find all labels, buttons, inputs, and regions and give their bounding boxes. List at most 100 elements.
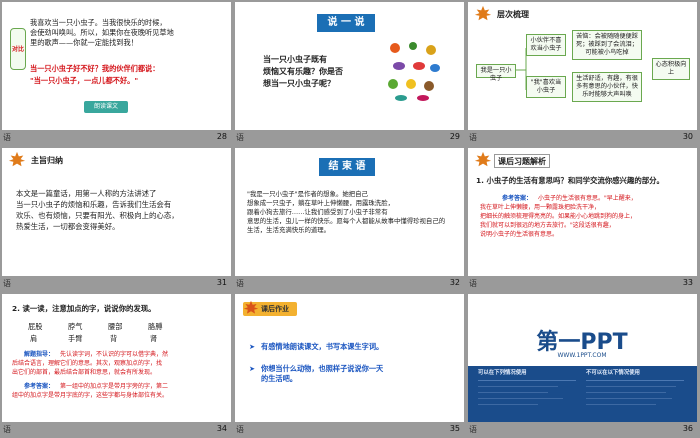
slide-33-ans-1: 小虫子的生活很有意思。"早上醒来， (538, 195, 637, 202)
footer-line-6 (586, 392, 666, 393)
slide-34-note-1: 先认读字词，不认识的字可以借字典，然 (60, 351, 169, 358)
caption-icon: 语 (3, 133, 11, 142)
slide-33-canvas: 课后习题解析 1. 小虫子的生活有意思吗？和同学交流你感兴趣的部分。 参考答案：… (468, 148, 697, 276)
guide-label: 解题指导： (24, 351, 55, 358)
slide-31-body-4: 热爱生活，一切都会变得美好。 (16, 222, 120, 231)
summary-node: 心态积极向上 (652, 58, 690, 80)
slide-31-caption: 语 31 (0, 276, 233, 292)
maple-leaf-icon (474, 151, 492, 169)
word-8: 肾 (150, 334, 158, 343)
slide-thumbnail-28[interactable]: 对比 我喜欢当一只小虫子。当我很快乐的时候， 会使劲叫唤叫。所以，如果你在夜晚听… (0, 0, 233, 146)
slide-32-body-3: 跟着小狗去旅行……让我们感受到了小虫子非常有 (247, 208, 388, 216)
caption-icon: 语 (236, 425, 244, 434)
slide-28-line-1: 我喜欢当一只小虫子。当我很快乐的时候， (30, 18, 167, 27)
caption-icon: 语 (236, 133, 244, 142)
homework-item-1: 有感情地朗读课文，书写本课生字词。 (261, 342, 384, 351)
slide-29-q-1: 当一只小虫子既有 (263, 55, 327, 64)
slide-thumbnail-32[interactable]: 结 束 语 "我是一只小虫子"是作者的想象。她把自己 想象成一只虫子，躺在草叶上… (233, 146, 466, 292)
maple-leaf-icon (243, 300, 259, 316)
footer-line-1 (478, 386, 558, 387)
caption-icon: 语 (3, 425, 11, 434)
slide-36-caption: 语 36 (466, 422, 699, 438)
slide-number-32: 32 (449, 278, 460, 287)
slide-32-canvas: 结 束 语 "我是一只小虫子"是作者的想象。她把自己 想象成一只虫子，躺在草叶上… (235, 148, 464, 276)
footer-line-7 (586, 398, 672, 399)
slide-number-29: 29 (449, 132, 460, 141)
slide-32-body-5: 生活，生活充满快乐的道理。 (247, 226, 331, 234)
slide-34-canvas: 2. 读一读，注意加点的字，说说你的发现。 屁股 脖气 腰部 胳膊 肩 手臂 背… (2, 294, 231, 422)
tree-connectors (516, 48, 527, 90)
bullet-2-icon: ➤ (249, 364, 256, 373)
caption-icon: 语 (469, 279, 477, 288)
slide-28-quote: "当一只小虫子，一点儿都不好。" (30, 76, 139, 85)
slide-33-ans-4: 我们就可以到很远的地方去旅行。"这段话很有趣， (480, 222, 615, 229)
slide-thumbnail-34[interactable]: 2. 读一读，注意加点的字，说说你的发现。 屁股 脖气 腰部 胳膊 肩 手臂 背… (0, 292, 233, 438)
slide-thumbnail-29[interactable]: 说 一 说 当一只小虫子既有 烦恼又有乐趣？你是否 想当一只小虫子呢？ 语 29 (233, 0, 466, 146)
slide-29-q-2: 烦恼又有乐趣？你是否 (263, 67, 343, 76)
slide-thumbnail-30[interactable]: 层次梳理 我是一只小虫子 小伙伴不喜欢当小虫子 苦恼：会被随随便便踩死；被踩到了… (466, 0, 699, 146)
slide-34-ans-1: 第一组中的加点字是带月字旁的字，第二 (60, 383, 169, 390)
slide-29-canvas: 说 一 说 当一只小虫子既有 烦恼又有乐趣？你是否 想当一只小虫子呢？ (235, 2, 464, 130)
slide-number-28: 28 (216, 132, 227, 141)
footer-line-3 (478, 398, 563, 399)
slide-31-canvas: 主旨归纳 本文是一篇童话，用第一人称的方法讲述了 当一只小虫子的烦恼和乐趣，告诉… (2, 148, 231, 276)
caption-icon: 语 (469, 425, 477, 434)
slide-thumbnail-31[interactable]: 主旨归纳 本文是一篇童话，用第一人称的方法讲述了 当一只小虫子的烦恼和乐趣，告诉… (0, 146, 233, 292)
slide-28-canvas: 对比 我喜欢当一只小虫子。当我很快乐的时候， 会使劲叫唤叫。所以，如果你在夜晚听… (2, 2, 231, 130)
homework-item-2-line-2: 的生活吧。 (261, 374, 297, 383)
slide-35-canvas: 课后作业 ➤ 有感情地朗读课文，书写本课生字词。 ➤ 你想当什么动物，也照样子说… (235, 294, 464, 422)
slide-31-body-3: 欢乐、也有烦恼，只要有阳光、积极向上的心态， (16, 211, 179, 220)
closing-tag: 结 束 语 (319, 158, 375, 176)
slide-thumbnail-36[interactable]: 第一PPT WWW.1PPT.COM 可以在下列情况使用 不可以在以下情况使用 … (466, 292, 699, 438)
root-node: 我是一只小虫子 (476, 64, 516, 82)
slide-31-body-1: 本文是一篇童话，用第一人称的方法讲述了 (16, 189, 157, 198)
footer-band: 可以在下列情况使用 不可以在以下情况使用 (468, 366, 697, 422)
slide-33-ans-2: 我在草叶上伸懒腰，用一颗露珠把脸洗干净， (480, 204, 601, 211)
slide-32-body-4: 意思的生活，虫儿一样的快乐。愿每个人都能从故事中懂得珍视自己的 (247, 217, 446, 225)
answer-label: 参考答案： (502, 195, 533, 202)
branch-2-detail: 生活舒适，有趣，有很多有意思的小伙伴，快乐时能够大声叫唤 (572, 72, 642, 102)
footer-line-5 (586, 386, 676, 387)
usage-allowed-title: 可以在下列情况使用 (478, 370, 527, 376)
footer-line-4 (478, 404, 538, 405)
slide-thumbnail-35[interactable]: 课后作业 ➤ 有感情地朗读课文，书写本课生字词。 ➤ 你想当什么动物，也照样子说… (233, 292, 466, 438)
slide-34-note-2: 后结合语言，理解它们的意思。其次，观察加点的字，找 (12, 360, 163, 367)
word-5: 肩 (30, 334, 38, 343)
maple-leaf-icon (474, 5, 492, 23)
slide-30-canvas: 层次梳理 我是一只小虫子 小伙伴不喜欢当小虫子 苦恼：会被随随便便踩死；被踩到了… (468, 2, 697, 130)
answer-label: 参考答案： (24, 383, 55, 390)
insects-illustration (388, 42, 440, 101)
slide-31-body-2: 当一只小虫子的烦恼和乐趣，告诉我们生活会有 (16, 200, 172, 209)
word-4: 胳膊 (148, 322, 163, 331)
slide-number-30: 30 (682, 132, 693, 141)
slide-number-36: 36 (682, 424, 693, 433)
discuss-tag: 说 一 说 (317, 14, 375, 32)
branch-1-detail: 苦恼：会被随随便便踩死；被踩到了会流泪；可能被小鸟吃掉 (572, 30, 642, 60)
slide-33-caption: 语 33 (466, 276, 699, 292)
slide-32-body-1: "我是一只小虫子"是作者的想象。她把自己 (247, 190, 368, 198)
word-7: 背 (110, 334, 118, 343)
slide-30-caption: 语 30 (466, 130, 699, 146)
slide-number-31: 31 (216, 278, 227, 287)
slide-sorter-grid: 对比 我喜欢当一只小虫子。当我很快乐的时候， 会使劲叫唤叫。所以，如果你在夜晚听… (0, 0, 700, 438)
slide-30-title: 层次梳理 (497, 10, 529, 19)
slide-28-question: 当一只小虫子好不好？我的伙伴们都说： (30, 64, 160, 73)
contrast-label: 对比 (12, 46, 25, 53)
slide-28-caption: 语 28 (0, 130, 233, 146)
slide-thumbnail-33[interactable]: 课后习题解析 1. 小虫子的生活有意思吗？和同学交流你感兴趣的部分。 参考答案：… (466, 146, 699, 292)
footer-line-8 (586, 404, 656, 405)
slide-28-line-2: 会使劲叫唤叫。所以，如果你在夜晚听见草地 (30, 28, 174, 37)
slide-28-line-3: 里的歌声——你就一定能找到我！ (30, 38, 138, 47)
ppt-logo: 第一PPT WWW.1PPT.COM (502, 324, 662, 362)
slide-33-question: 1. 小虫子的生活有意思吗？和同学交流你感兴趣的部分。 (476, 176, 664, 185)
caption-icon: 语 (3, 279, 11, 288)
read-aloud-button[interactable]: 朗读课文 (84, 101, 128, 113)
slide-35-caption: 语 35 (233, 422, 466, 438)
caption-icon: 语 (469, 133, 477, 142)
slide-number-35: 35 (449, 424, 460, 433)
slide-32-body-2: 想象成一只虫子，躺在草叶上伸懒腰，用露珠洗脸， (247, 199, 394, 207)
slide-31-title: 主旨归纳 (31, 156, 63, 165)
logo-url: WWW.1PPT.COM (557, 352, 607, 359)
slide-29-q-3: 想当一只小虫子呢？ (263, 79, 335, 88)
slide-29-caption: 语 29 (233, 130, 466, 146)
